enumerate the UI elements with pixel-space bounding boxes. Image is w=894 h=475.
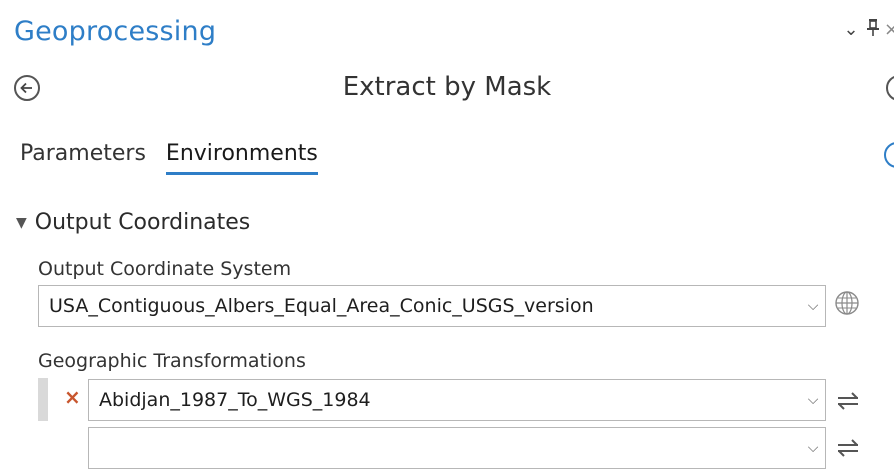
tab-parameters[interactable]: Parameters: [20, 141, 146, 175]
remove-icon[interactable]: ×: [64, 385, 81, 409]
row-selection-marker[interactable]: [38, 378, 48, 421]
geoprocessing-pane: Geoprocessing ⌄ × Extract by Mask Parame…: [0, 0, 894, 475]
output-coordinate-system-select[interactable]: USA_Contiguous_Albers_Equal_Area_Conic_U…: [38, 285, 826, 327]
chevron-down-icon[interactable]: ⌵: [801, 392, 825, 408]
geographic-transformation-value: Abidjan_1987_To_WGS_1984: [99, 389, 371, 411]
swap-direction-icon[interactable]: [836, 390, 860, 412]
pin-icon[interactable]: [862, 18, 884, 41]
geographic-transformation-select-empty[interactable]: ⌵: [88, 427, 826, 469]
pane-title: Geoprocessing: [14, 16, 217, 47]
output-coordinate-system-label: Output Coordinate System: [38, 258, 292, 280]
section-output-coordinates[interactable]: ▼ Output Coordinates: [16, 210, 250, 235]
close-icon[interactable]: ×: [884, 19, 894, 40]
geographic-transformation-select[interactable]: Abidjan_1987_To_WGS_1984 ⌵: [88, 379, 826, 421]
chevron-down-icon[interactable]: ⌄: [840, 19, 862, 40]
section-title: Output Coordinates: [34, 210, 251, 235]
geographic-transformations-label: Geographic Transformations: [38, 350, 306, 372]
chevron-down-icon: ▼: [16, 214, 27, 231]
tool-tabs: Parameters Environments: [20, 141, 338, 175]
swap-direction-icon[interactable]: [836, 437, 860, 459]
help-icon[interactable]: [884, 142, 894, 168]
pane-header-controls: ⌄ ×: [840, 18, 894, 41]
chevron-down-icon[interactable]: ⌵: [801, 298, 825, 314]
globe-icon[interactable]: [834, 290, 860, 316]
tool-title: Extract by Mask: [342, 72, 552, 102]
tab-environments[interactable]: Environments: [165, 141, 318, 175]
chevron-down-icon[interactable]: ⌵: [801, 440, 825, 456]
output-coordinate-system-value: USA_Contiguous_Albers_Equal_Area_Conic_U…: [49, 295, 594, 317]
